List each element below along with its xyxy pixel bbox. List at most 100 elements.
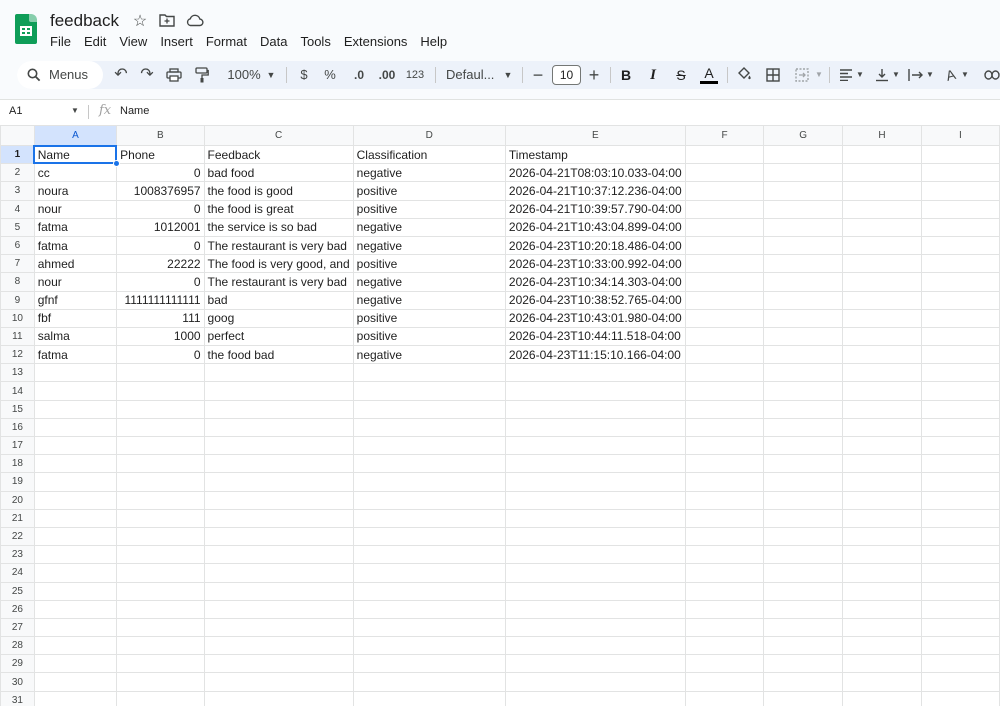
cell-g7[interactable]	[763, 254, 844, 274]
cell-f2[interactable]	[684, 163, 765, 183]
spreadsheet-grid[interactable]: ABCDEFGHI 1 Name Phone Feedback Classificati…	[0, 125, 1000, 706]
cell-g27[interactable]	[763, 617, 844, 638]
cell-d19[interactable]	[352, 472, 506, 492]
row-header-23[interactable]: 23	[0, 545, 35, 565]
cell-f28[interactable]	[684, 636, 765, 656]
cell-g16[interactable]	[763, 417, 844, 438]
cell-i12[interactable]	[920, 345, 1000, 365]
cell-a19[interactable]	[33, 472, 118, 492]
select-all-corner[interactable]	[0, 125, 35, 146]
cell-b16[interactable]	[116, 417, 205, 438]
cell-h7[interactable]	[842, 254, 922, 274]
cell-h13[interactable]	[842, 363, 922, 383]
merge-cells-icon[interactable]	[793, 61, 811, 89]
cell-c28[interactable]	[203, 636, 354, 656]
cell-d16[interactable]	[352, 417, 506, 438]
row-header-25[interactable]: 25	[0, 581, 35, 601]
cell-g18[interactable]	[763, 454, 844, 474]
cell-e31[interactable]	[504, 690, 686, 706]
cell-d23[interactable]	[352, 545, 506, 565]
cell-f3[interactable]	[684, 181, 765, 201]
cell-f5[interactable]	[684, 217, 765, 237]
cell-e11[interactable]: 2026-04-23T10:44:11.518-04:00	[504, 326, 686, 347]
row-header-31[interactable]: 31	[0, 690, 35, 706]
row-header-30[interactable]: 30	[0, 672, 35, 692]
cell-d6[interactable]: negative	[352, 235, 506, 256]
cell-i1[interactable]	[920, 144, 1000, 165]
cell-h24[interactable]	[842, 563, 922, 583]
search-menus-button[interactable]: Menus	[17, 61, 103, 89]
row-header-7[interactable]: 7	[0, 254, 35, 274]
row-header-11[interactable]: 11	[0, 326, 35, 347]
cell-d15[interactable]	[352, 399, 506, 419]
cell-d29[interactable]	[352, 654, 506, 674]
cell-b21[interactable]	[116, 508, 205, 528]
row-header-20[interactable]: 20	[0, 490, 35, 510]
menu-data[interactable]: Data	[260, 34, 287, 52]
menu-insert[interactable]: Insert	[160, 34, 193, 52]
cell-d31[interactable]	[352, 690, 506, 706]
cell-g20[interactable]	[763, 490, 844, 510]
cell-f22[interactable]	[684, 526, 765, 547]
cell-c22[interactable]	[203, 526, 354, 547]
row-header-19[interactable]: 19	[0, 472, 35, 492]
cell-h9[interactable]	[842, 290, 922, 310]
cell-b24[interactable]	[116, 563, 205, 583]
cell-f25[interactable]	[684, 581, 765, 601]
cell-b27[interactable]	[116, 617, 205, 638]
undo-icon[interactable]: ↶	[111, 61, 131, 89]
cell-d27[interactable]	[352, 617, 506, 638]
cell-i27[interactable]	[920, 617, 1000, 638]
cell-c31[interactable]	[203, 690, 354, 706]
cell-f20[interactable]	[684, 490, 765, 510]
font-family-select[interactable]: Defaul...	[446, 61, 504, 89]
cell-a26[interactable]	[33, 599, 118, 619]
bold-button[interactable]: B	[617, 61, 635, 89]
cell-g10[interactable]	[763, 308, 844, 328]
row-header-29[interactable]: 29	[0, 654, 35, 674]
cell-c23[interactable]	[203, 545, 354, 565]
cell-c14[interactable]	[203, 381, 354, 401]
cell-g17[interactable]	[763, 435, 844, 456]
cell-f7[interactable]	[684, 254, 765, 274]
cell-f24[interactable]	[684, 563, 765, 583]
menu-format[interactable]: Format	[206, 34, 247, 52]
row-header-28[interactable]: 28	[0, 636, 35, 656]
cell-d24[interactable]	[352, 563, 506, 583]
cell-a17[interactable]	[33, 435, 118, 456]
cell-e2[interactable]: 2026-04-21T08:03:10.033-04:00	[504, 163, 686, 183]
cell-e16[interactable]	[504, 417, 686, 438]
cell-h11[interactable]	[842, 326, 922, 347]
row-header-3[interactable]: 3	[0, 181, 35, 201]
insert-link-icon[interactable]	[983, 61, 1000, 89]
cell-h28[interactable]	[842, 636, 922, 656]
cell-d7[interactable]: positive	[352, 254, 506, 274]
cell-b30[interactable]	[116, 672, 205, 692]
cell-c12[interactable]: the food bad	[203, 345, 354, 365]
formula-input[interactable]: Name	[120, 105, 149, 117]
cell-b17[interactable]	[116, 435, 205, 456]
cell-e8[interactable]: 2026-04-23T10:34:14.303-04:00	[504, 272, 686, 292]
cell-e3[interactable]: 2026-04-21T10:37:12.236-04:00	[504, 181, 686, 201]
cell-b22[interactable]	[116, 526, 205, 547]
cell-i17[interactable]	[920, 435, 1000, 456]
cell-i18[interactable]	[920, 454, 1000, 474]
cell-f15[interactable]	[684, 399, 765, 419]
cell-g19[interactable]	[763, 472, 844, 492]
cell-d21[interactable]	[352, 508, 506, 528]
cell-i26[interactable]	[920, 599, 1000, 619]
cell-c15[interactable]	[203, 399, 354, 419]
cell-f4[interactable]	[684, 199, 765, 219]
cell-i7[interactable]	[920, 254, 1000, 274]
cell-h20[interactable]	[842, 490, 922, 510]
cell-i30[interactable]	[920, 672, 1000, 692]
row-header-1[interactable]: 1	[0, 144, 35, 165]
cell-c18[interactable]	[203, 454, 354, 474]
italic-button[interactable]: I	[644, 61, 662, 89]
cell-i8[interactable]	[920, 272, 1000, 292]
cell-b18[interactable]	[116, 454, 205, 474]
cell-g12[interactable]	[763, 345, 844, 365]
cell-f6[interactable]	[684, 235, 765, 256]
cell-i5[interactable]	[920, 217, 1000, 237]
cell-b4[interactable]: 0	[116, 199, 205, 219]
